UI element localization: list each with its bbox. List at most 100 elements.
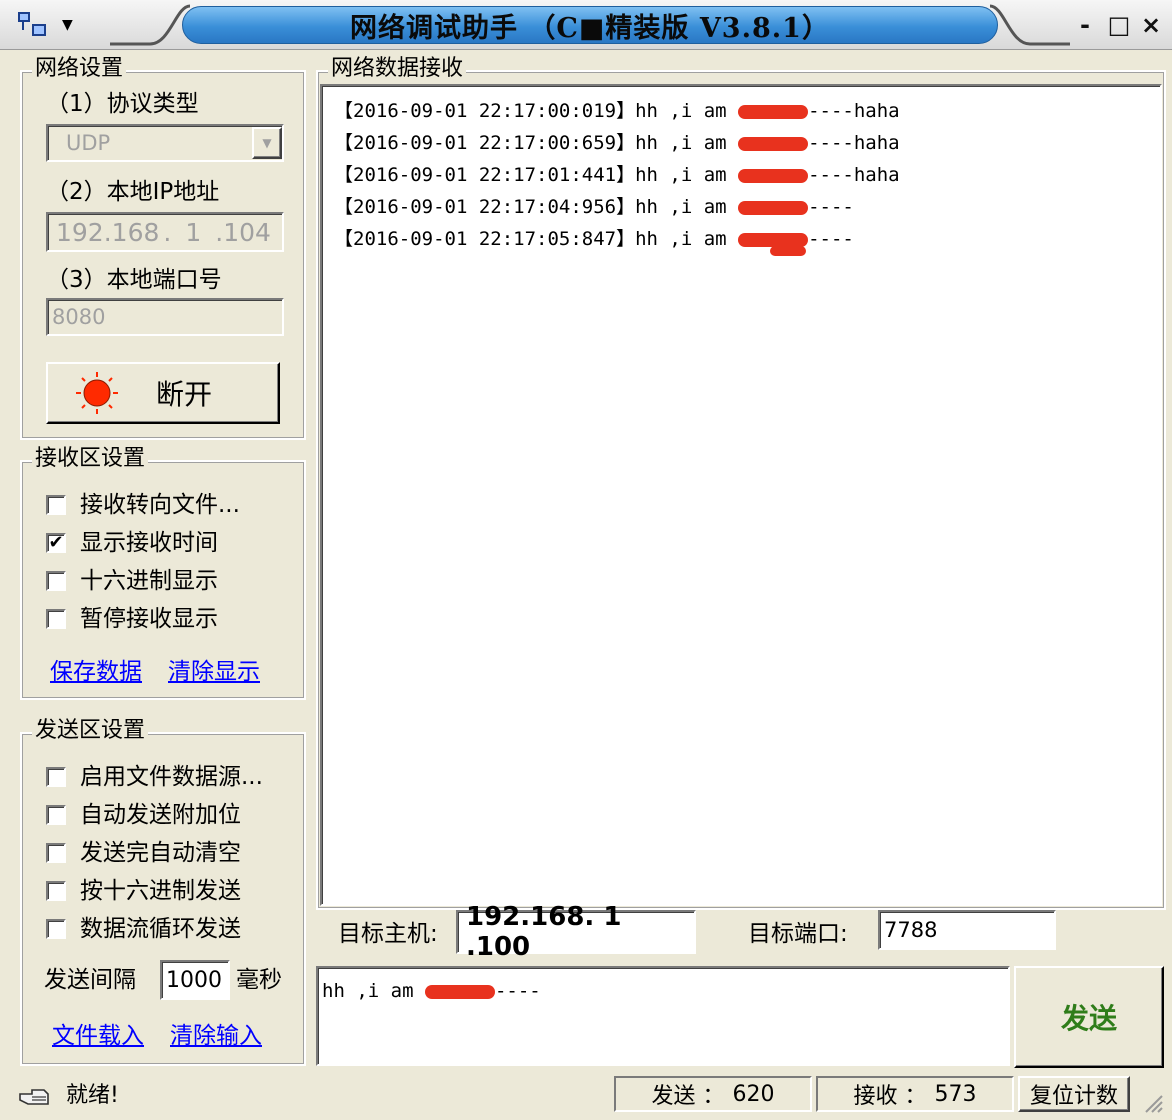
received-counter: 接收 ： 573 <box>816 1076 1014 1112</box>
checkbox[interactable] <box>46 495 66 515</box>
target-port-field[interactable]: 7788 <box>878 910 1056 950</box>
send-text-prefix: hh ,i am <box>322 980 425 1002</box>
send-text-area[interactable]: hh ,i am ---- <box>316 966 1010 1066</box>
redaction-mark <box>738 104 809 119</box>
receive-text-area[interactable]: 【2016-09-01 22:17:00:019】 hh ,i am ----ha… <box>320 84 1162 906</box>
checkbox[interactable] <box>46 843 66 863</box>
option-hex-display[interactable]: 十六进制显示 <box>46 562 240 600</box>
line-timestamp: 【2016-09-01 22:17:01:441】 <box>334 164 636 186</box>
option-label: 接收转向文件... <box>80 492 240 518</box>
option-show-receive-time[interactable]: ✔ 显示接收时间 <box>46 524 240 562</box>
send-interval-value: 1000 <box>166 967 222 993</box>
local-ip-field[interactable]: 192. 168. 1. 104 <box>46 212 284 252</box>
line-timestamp: 【2016-09-01 22:17:05:847】 <box>334 228 636 250</box>
network-app-icon <box>18 12 48 38</box>
received-line: 【2016-09-01 22:17:01:441】hh ,i am ----ha… <box>334 160 900 187</box>
ip-octet: 168 <box>111 217 160 247</box>
minimize-button[interactable]: - <box>1070 10 1100 40</box>
checkbox[interactable] <box>46 609 66 629</box>
ip-octet: 104 <box>223 217 271 247</box>
group-title: 接收区设置 <box>32 446 149 472</box>
title-decoration-right <box>990 4 1070 46</box>
redaction-mark <box>738 136 809 151</box>
local-port-value: 8080 <box>52 305 106 329</box>
system-menu[interactable]: ▼ <box>18 8 88 42</box>
protocol-select[interactable]: UDP ▼ <box>46 124 284 162</box>
window-title: 网络调试助手 （C■精装版 V3.8.1） <box>350 12 830 44</box>
file-load-link[interactable]: 文件载入 <box>52 1016 144 1050</box>
group-title: 发送区设置 <box>32 718 149 744</box>
clear-input-link[interactable]: 清除输入 <box>170 1016 262 1050</box>
local-ip-label: （2）本地IP地址 <box>46 179 220 205</box>
line-timestamp: 【2016-09-01 22:17:04:956】 <box>334 196 636 218</box>
title-banner: 网络调试助手 （C■精装版 V3.8.1） <box>182 6 998 44</box>
target-host-field[interactable]: 192.168. 1 .100 <box>456 902 696 962</box>
received-line: 【2016-09-01 22:17:00:659】hh ,i am ----ha… <box>334 128 900 155</box>
checkbox[interactable] <box>46 919 66 939</box>
redaction-mark <box>738 200 809 215</box>
send-text-content: hh ,i am ---- <box>322 980 541 1002</box>
option-label: 数据流循环发送 <box>80 916 241 942</box>
ip-octet: 1 <box>185 217 202 247</box>
option-loop-send[interactable]: 数据流循环发送 <box>46 910 263 948</box>
group-title: 网络数据接收 <box>328 56 467 82</box>
line-message: hh ,i am <box>635 164 739 186</box>
checkbox-checked[interactable]: ✔ <box>46 533 66 553</box>
reset-count-button[interactable]: 复位计数 <box>1018 1076 1130 1112</box>
clear-display-link[interactable]: 清除显示 <box>168 652 260 686</box>
resize-grip-icon[interactable] <box>1140 1090 1164 1114</box>
disconnect-button-label: 断开 <box>156 378 213 411</box>
line-tail: ----haha <box>808 100 900 122</box>
redaction-mark <box>738 232 809 247</box>
received-counter-value: 573 <box>934 1081 977 1107</box>
checkbox[interactable] <box>46 805 66 825</box>
option-pause-display[interactable]: 暂停接收显示 <box>46 600 240 638</box>
send-button[interactable]: 发送 <box>1014 966 1164 1068</box>
maximize-button[interactable]: □ <box>1104 10 1134 40</box>
maximize-icon: □ <box>1107 11 1131 39</box>
send-interval-label: 发送间隔 <box>44 967 136 993</box>
target-host-label: 目标主机: <box>338 921 438 947</box>
ip-octet: 192 <box>56 217 104 247</box>
option-send-hex[interactable]: 按十六进制发送 <box>46 872 263 910</box>
chevron-down-icon[interactable]: ▼ <box>252 127 282 159</box>
title-decoration-left <box>110 4 190 46</box>
checkbox[interactable] <box>46 881 66 901</box>
save-data-link[interactable]: 保存数据 <box>50 652 142 686</box>
sent-counter-value: 620 <box>732 1081 775 1107</box>
protocol-label: （1）协议类型 <box>46 91 199 117</box>
sent-counter: 发送 ： 620 <box>614 1076 812 1112</box>
title-bar[interactable]: ▼ 网络调试助手 （C■精装版 V3.8.1） - □ × <box>0 0 1172 50</box>
send-interval-input[interactable]: 1000 <box>160 960 230 1000</box>
option-label: 按十六进制发送 <box>80 878 241 904</box>
option-redirect-to-file[interactable]: 接收转向文件... <box>46 486 240 524</box>
line-tail: ----haha <box>808 132 900 154</box>
redaction-mark <box>424 984 495 999</box>
line-message: hh ,i am <box>635 228 739 250</box>
option-label: 自动发送附加位 <box>80 802 241 828</box>
check-icon: ✔ <box>48 532 64 553</box>
option-auto-append-bits[interactable]: 自动发送附加位 <box>46 796 263 834</box>
minimize-icon: - <box>1080 11 1090 39</box>
option-label: 启用文件数据源... <box>80 764 263 790</box>
line-message: hh ,i am <box>635 132 739 154</box>
line-timestamp: 【2016-09-01 22:17:00:019】 <box>334 100 636 122</box>
option-file-data-source[interactable]: 启用文件数据源... <box>46 758 263 796</box>
close-icon: × <box>1140 11 1162 39</box>
target-port-value: 7788 <box>884 918 938 942</box>
group-title: 网络设置 <box>32 56 127 82</box>
sent-counter-label: 发送 ： <box>651 1084 725 1109</box>
line-tail: ---- <box>808 228 854 250</box>
ready-hand-icon <box>18 1080 54 1110</box>
line-tail: ---- <box>808 196 854 218</box>
checkbox[interactable] <box>46 571 66 591</box>
option-auto-clear[interactable]: 发送完自动清空 <box>46 834 263 872</box>
local-port-field[interactable]: 8080 <box>46 298 284 336</box>
chevron-down-icon[interactable]: ▼ <box>62 17 73 33</box>
close-button[interactable]: × <box>1136 10 1166 40</box>
reset-count-label: 复位计数 <box>1029 1084 1118 1109</box>
checkbox[interactable] <box>46 767 66 787</box>
disconnect-button[interactable]: 断开 <box>46 362 280 424</box>
option-label: 发送完自动清空 <box>80 840 241 866</box>
redaction-mark <box>738 168 809 183</box>
